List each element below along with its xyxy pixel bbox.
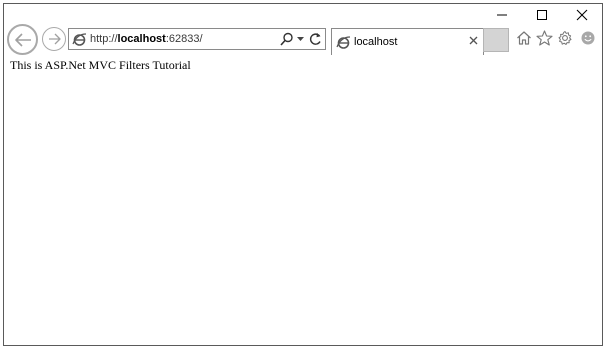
close-window-button[interactable] xyxy=(562,4,602,26)
close-icon[interactable] xyxy=(469,36,478,45)
back-button[interactable] xyxy=(7,24,38,55)
new-tab-button[interactable] xyxy=(483,28,509,52)
gear-icon[interactable] xyxy=(557,30,573,46)
close-icon xyxy=(576,9,588,21)
refresh-icon[interactable] xyxy=(309,32,322,46)
maximize-button[interactable] xyxy=(522,4,562,26)
maximize-icon xyxy=(537,10,547,20)
forward-arrow-icon xyxy=(48,33,61,45)
tab-title: localhost xyxy=(354,36,398,48)
page-body-text: This is ASP.Net MVC Filters Tutorial xyxy=(10,58,191,72)
url-suffix: :62833/ xyxy=(165,33,203,45)
forward-button[interactable] xyxy=(42,27,66,51)
url-prefix: http:// xyxy=(90,33,118,45)
search-icon[interactable] xyxy=(280,32,294,47)
tab-localhost[interactable]: localhost xyxy=(331,28,484,55)
minimize-icon xyxy=(497,14,507,16)
star-icon[interactable] xyxy=(536,30,553,46)
minimize-button[interactable] xyxy=(482,4,522,26)
back-arrow-icon xyxy=(14,32,31,47)
url-text[interactable]: http://localhost:62833/ xyxy=(90,32,203,46)
address-bar[interactable]: http://localhost:62833/ xyxy=(68,28,326,50)
internet-explorer-icon xyxy=(72,33,87,46)
browser-window: http://localhost:62833/ localhost This i… xyxy=(3,3,603,346)
internet-explorer-icon xyxy=(336,36,351,49)
url-host: localhost xyxy=(117,33,166,45)
smiley-icon[interactable] xyxy=(580,30,596,46)
home-icon[interactable] xyxy=(516,30,532,46)
chevron-down-icon[interactable] xyxy=(297,37,304,42)
